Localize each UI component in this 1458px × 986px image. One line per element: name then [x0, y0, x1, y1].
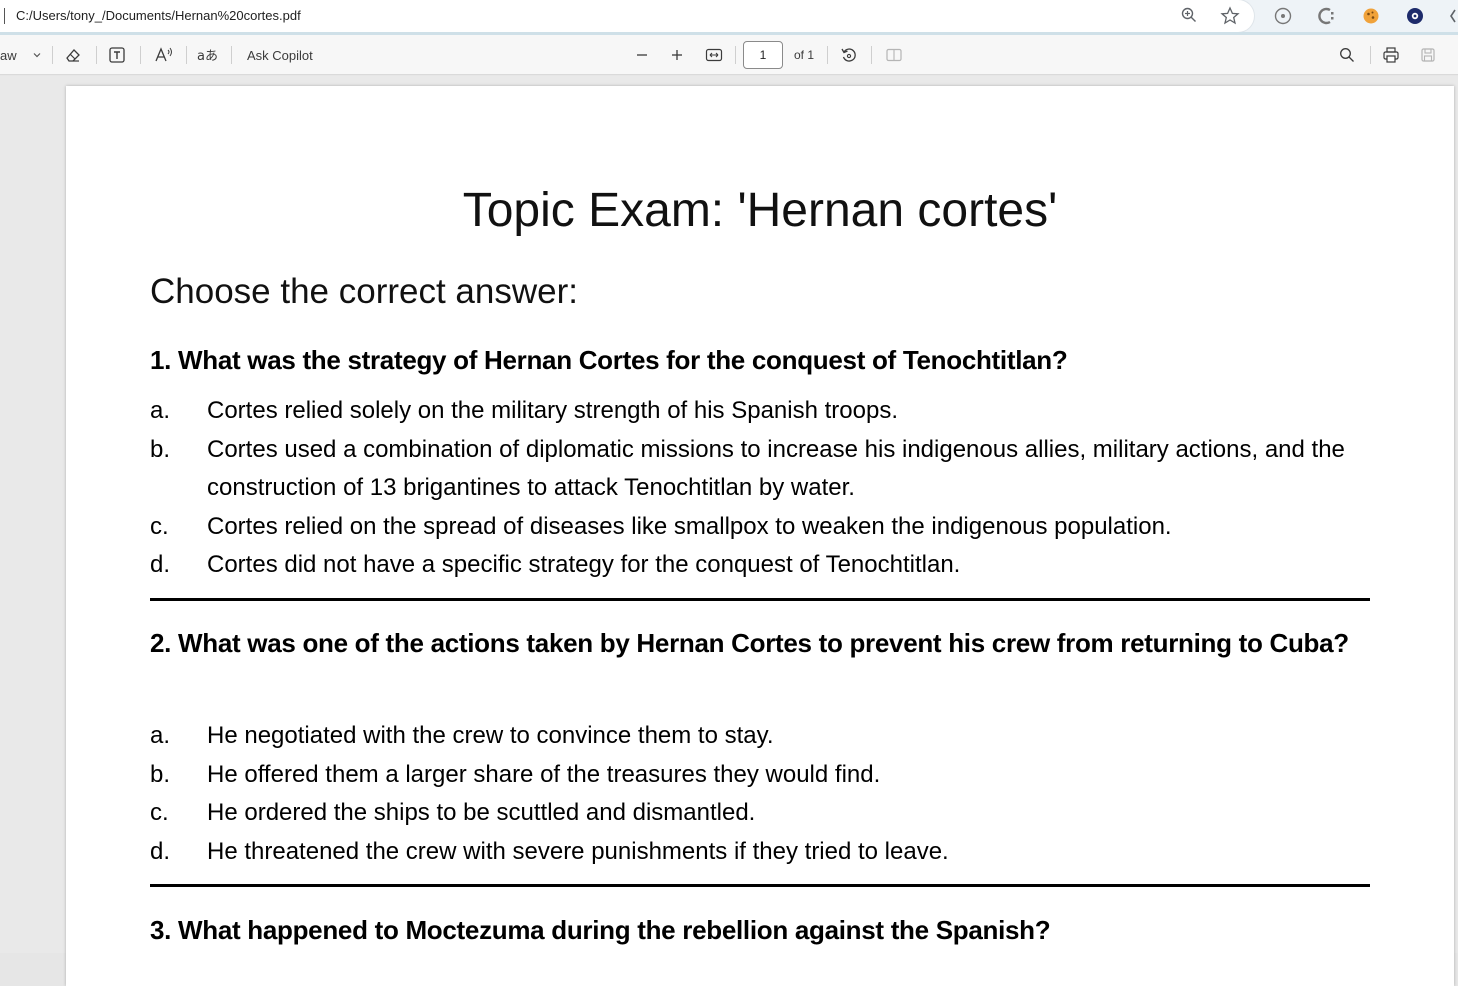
toolbar-separator	[827, 46, 828, 64]
option-text: Cortes relied solely on the military str…	[207, 397, 898, 424]
zoom-in-icon[interactable]	[667, 45, 687, 65]
read-aloud-icon[interactable]	[152, 45, 176, 65]
fit-width-icon[interactable]	[703, 45, 725, 65]
toolbar-separator	[871, 46, 872, 64]
extension-c-icon[interactable]	[1317, 6, 1337, 26]
option-letter: d.	[150, 838, 171, 865]
zoom-icon[interactable]	[1180, 6, 1200, 26]
option-text: Cortes did not have a specific strategy …	[207, 551, 961, 578]
zoom-out-icon[interactable]	[632, 45, 652, 65]
pdf-page: Topic Exam: 'Hernan cortes' Choose the c…	[66, 86, 1454, 986]
option-text: He offered them a larger share of the tr…	[207, 761, 881, 788]
translate-icon[interactable]: aあ	[196, 45, 220, 65]
toolbar-separator	[96, 46, 97, 64]
address-field[interactable]: C:/Users/tony_/Documents/Hernan%20cortes…	[0, 0, 1254, 32]
add-text-icon[interactable]	[106, 45, 128, 65]
toolbar-separator	[1370, 46, 1371, 64]
rotate-icon[interactable]	[838, 45, 860, 65]
question-divider	[150, 884, 1370, 887]
question-divider	[150, 598, 1370, 601]
draw-options-chevron-icon[interactable]	[30, 45, 44, 65]
more-tools-icon[interactable]	[1447, 6, 1458, 26]
question-2: 2. What was one of the actions taken by …	[150, 628, 1349, 658]
toolbar-separator	[186, 46, 187, 64]
eraser-icon[interactable]	[62, 45, 84, 65]
page-view-icon[interactable]	[883, 45, 905, 65]
option-text: Cortes relied on the spread of diseases …	[207, 513, 1172, 540]
option-letter: a.	[150, 397, 171, 424]
question-3: 3. What happened to Moctezuma during the…	[150, 915, 1051, 945]
option-letter: b.	[150, 761, 171, 788]
text-caret	[4, 8, 5, 24]
settings-extension-icon[interactable]	[1405, 6, 1425, 26]
exam-instruction: Choose the correct answer:	[150, 272, 578, 311]
favorite-star-icon[interactable]	[1220, 6, 1240, 26]
extension-circle-icon[interactable]	[1273, 6, 1293, 26]
ask-copilot-button[interactable]: Ask Copilot	[247, 45, 327, 65]
search-icon[interactable]	[1336, 45, 1358, 65]
option-text: He negotiated with the crew to convince …	[207, 722, 774, 749]
question-1: 1. What was the strategy of Hernan Corte…	[150, 345, 1068, 375]
toolbar-separator	[735, 46, 736, 64]
option-letter: b.	[150, 436, 171, 463]
page-number-input[interactable]: 1	[743, 41, 783, 69]
page-total: of 1	[793, 48, 814, 62]
option-text: Cortes used a combination of diplomatic …	[207, 436, 1345, 501]
option-text: He threatened the crew with severe punis…	[207, 838, 949, 865]
cookie-extension-icon[interactable]	[1361, 6, 1381, 26]
address-bar: C:/Users/tony_/Documents/Hernan%20cortes…	[0, 0, 1458, 35]
toolbar-separator	[52, 46, 53, 64]
print-icon[interactable]	[1380, 45, 1402, 65]
pdf-viewer[interactable]: Topic Exam: 'Hernan cortes' Choose the c…	[0, 76, 1458, 986]
exam-title: Topic Exam: 'Hernan cortes'	[462, 184, 1058, 237]
address-url[interactable]: C:/Users/tony_/Documents/Hernan%20cortes…	[16, 8, 301, 23]
option-text: He ordered the ships to be scuttled and …	[207, 799, 756, 826]
option-letter: a.	[150, 722, 171, 749]
toolbar-separator	[231, 46, 232, 64]
option-letter: c.	[150, 799, 169, 826]
option-letter: c.	[150, 513, 169, 540]
draw-button[interactable]: aw	[0, 45, 20, 65]
pdf-toolbar: aw aあ Ask Copilot 1 of 1	[0, 35, 1458, 75]
svg-text:aあ: aあ	[197, 49, 218, 64]
save-icon[interactable]	[1417, 45, 1439, 65]
toolbar-separator	[140, 46, 141, 64]
option-letter: d.	[150, 551, 171, 578]
